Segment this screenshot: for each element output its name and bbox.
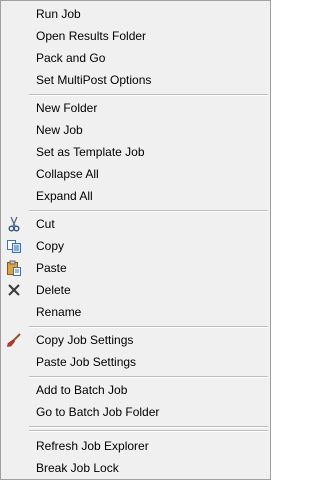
menu-item-new-job[interactable]: New Job [1, 119, 270, 141]
menu-item-set-multipost-options[interactable]: Set MultiPost Options [1, 69, 270, 91]
menu-separator [29, 94, 268, 96]
menu-item-label: Refresh Job Explorer [36, 439, 149, 453]
menu-separator [29, 326, 268, 328]
menu-item-delete[interactable]: Delete [1, 279, 270, 301]
menu-separator [29, 376, 268, 378]
scissors-icon [6, 216, 22, 232]
menu-item-new-folder[interactable]: New Folder [1, 97, 270, 119]
menu-item-go-to-batch-job-folder[interactable]: Go to Batch Job Folder [1, 401, 270, 423]
menu-item-label: Break Job Lock [36, 461, 119, 475]
menu-item-label: Rename [36, 305, 82, 319]
menu-item-label: Open Results Folder [36, 29, 147, 43]
menu-item-cut[interactable]: Cut [1, 213, 270, 235]
context-menu: Run Job Open Results Folder Pack and Go … [0, 0, 271, 480]
menu-item-paste[interactable]: Paste [1, 257, 270, 279]
menu-item-label: Run Job [36, 7, 81, 21]
menu-item-label: New Folder [36, 101, 98, 115]
menu-separator [29, 426, 268, 428]
menu-item-set-as-template-job[interactable]: Set as Template Job [1, 141, 270, 163]
menu-separator [29, 210, 268, 212]
menu-item-run-job[interactable]: Run Job [1, 3, 270, 25]
menu-item-label: Add to Batch Job [36, 383, 128, 397]
menu-item-pack-and-go[interactable]: Pack and Go [1, 47, 270, 69]
menu-separator [29, 430, 268, 432]
delete-x-icon [6, 282, 22, 298]
menu-item-refresh-job-explorer[interactable]: Refresh Job Explorer [1, 435, 270, 457]
menu-item-add-to-batch-job[interactable]: Add to Batch Job [1, 379, 270, 401]
menu-item-label: Pack and Go [36, 51, 106, 65]
menu-item-label: Go to Batch Job Folder [36, 405, 160, 419]
brush-icon [6, 332, 22, 348]
menu-item-expand-all[interactable]: Expand All [1, 185, 270, 207]
menu-item-label: Paste Job Settings [36, 355, 137, 369]
menu-item-label: Expand All [36, 189, 93, 203]
menu-item-collapse-all[interactable]: Collapse All [1, 163, 270, 185]
menu-item-label: Collapse All [36, 167, 99, 181]
menu-item-label: Paste [36, 261, 67, 275]
copy-icon [6, 238, 22, 254]
menu-item-break-job-lock[interactable]: Break Job Lock [1, 457, 270, 479]
menu-item-rename[interactable]: Rename [1, 301, 270, 323]
menu-item-paste-job-settings[interactable]: Paste Job Settings [1, 351, 270, 373]
menu-item-label: Copy Job Settings [36, 333, 134, 347]
menu-item-copy-job-settings[interactable]: Copy Job Settings [1, 329, 270, 351]
menu-item-label: New Job [36, 123, 83, 137]
menu-item-label: Cut [36, 217, 55, 231]
menu-item-label: Set as Template Job [36, 145, 145, 159]
menu-item-copy[interactable]: Copy [1, 235, 270, 257]
menu-item-label: Delete [36, 283, 71, 297]
menu-item-label: Copy [36, 239, 65, 253]
menu-item-label: Set MultiPost Options [36, 73, 152, 87]
paste-icon [6, 260, 22, 276]
menu-item-open-results-folder[interactable]: Open Results Folder [1, 25, 270, 47]
